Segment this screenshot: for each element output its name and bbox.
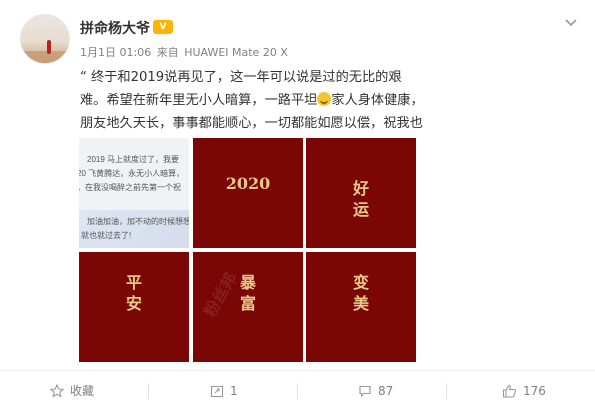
divider <box>148 383 149 399</box>
image-tile-beautiful[interactable]: 变 美 <box>306 252 416 362</box>
divider <box>446 383 447 399</box>
tile-label: 2020 <box>225 174 271 193</box>
avatar[interactable] <box>20 14 70 64</box>
screenshot-line: 2019 马上就度过了，我要 <box>87 155 180 164</box>
grin-emoji-icon <box>317 92 332 106</box>
avatar-ground <box>21 51 69 63</box>
screenshot-line: 加油加油，加不动的时候想想 <box>87 217 189 226</box>
divider <box>297 383 298 399</box>
post-timestamp[interactable]: 1月1日 01:06 <box>80 46 151 59</box>
screenshot-line: 20 飞黄腾达，永无小人暗算， <box>79 169 185 178</box>
post-meta: 1月1日 01:06 来自 HUAWEI Mate 20 X <box>80 44 290 60</box>
tile-label: 好 运 <box>352 179 369 219</box>
username[interactable]: 拼命杨大爷 <box>80 18 150 38</box>
screenshot-line: ，在我没喝醉之前先第一个祝 <box>79 183 181 192</box>
like-icon <box>502 384 517 398</box>
comment-count: 87 <box>378 383 394 398</box>
post-device: HUAWEI Mate 20 X <box>184 46 288 59</box>
source-prefix: 来自 <box>156 46 179 59</box>
repost-button[interactable]: 1 <box>210 371 238 410</box>
favorite-button[interactable]: 收藏 <box>50 371 94 410</box>
comment-icon <box>359 385 371 397</box>
weibo-post-card: 拼命杨大爷 V 1月1日 01:06 来自 HUAWEI Mate 20 X “… <box>0 0 595 410</box>
tile-label: 平 安 <box>125 273 142 313</box>
chevron-down-icon[interactable] <box>563 14 579 30</box>
screenshot-line: 就也就过去了! <box>81 231 132 240</box>
like-count: 176 <box>523 383 546 398</box>
image-tile-peace[interactable]: 平 安 <box>79 252 189 362</box>
image-tile-good-luck[interactable]: 好 运 <box>306 138 416 248</box>
repost-icon <box>210 385 224 397</box>
image-tile-2020[interactable]: 2020 <box>193 138 303 248</box>
image-screenshot-tile[interactable]: 2019 马上就度过了，我要 20 飞黄腾达，永无小人暗算， ，在我没喝醉之前先… <box>79 138 189 248</box>
favorite-label: 收藏 <box>70 384 95 398</box>
tile-label: 变 美 <box>352 273 369 313</box>
action-bar: 收藏 1 87 176 <box>0 370 595 410</box>
comment-button[interactable]: 87 <box>358 371 393 410</box>
avatar-figure <box>47 40 51 54</box>
like-button[interactable]: 176 <box>502 371 546 410</box>
image-tile-rich[interactable]: 暴 富 粉丝邦 <box>193 252 303 362</box>
repost-count: 1 <box>230 383 238 398</box>
vip-badge-icon: V <box>153 20 173 34</box>
star-icon <box>50 383 64 398</box>
